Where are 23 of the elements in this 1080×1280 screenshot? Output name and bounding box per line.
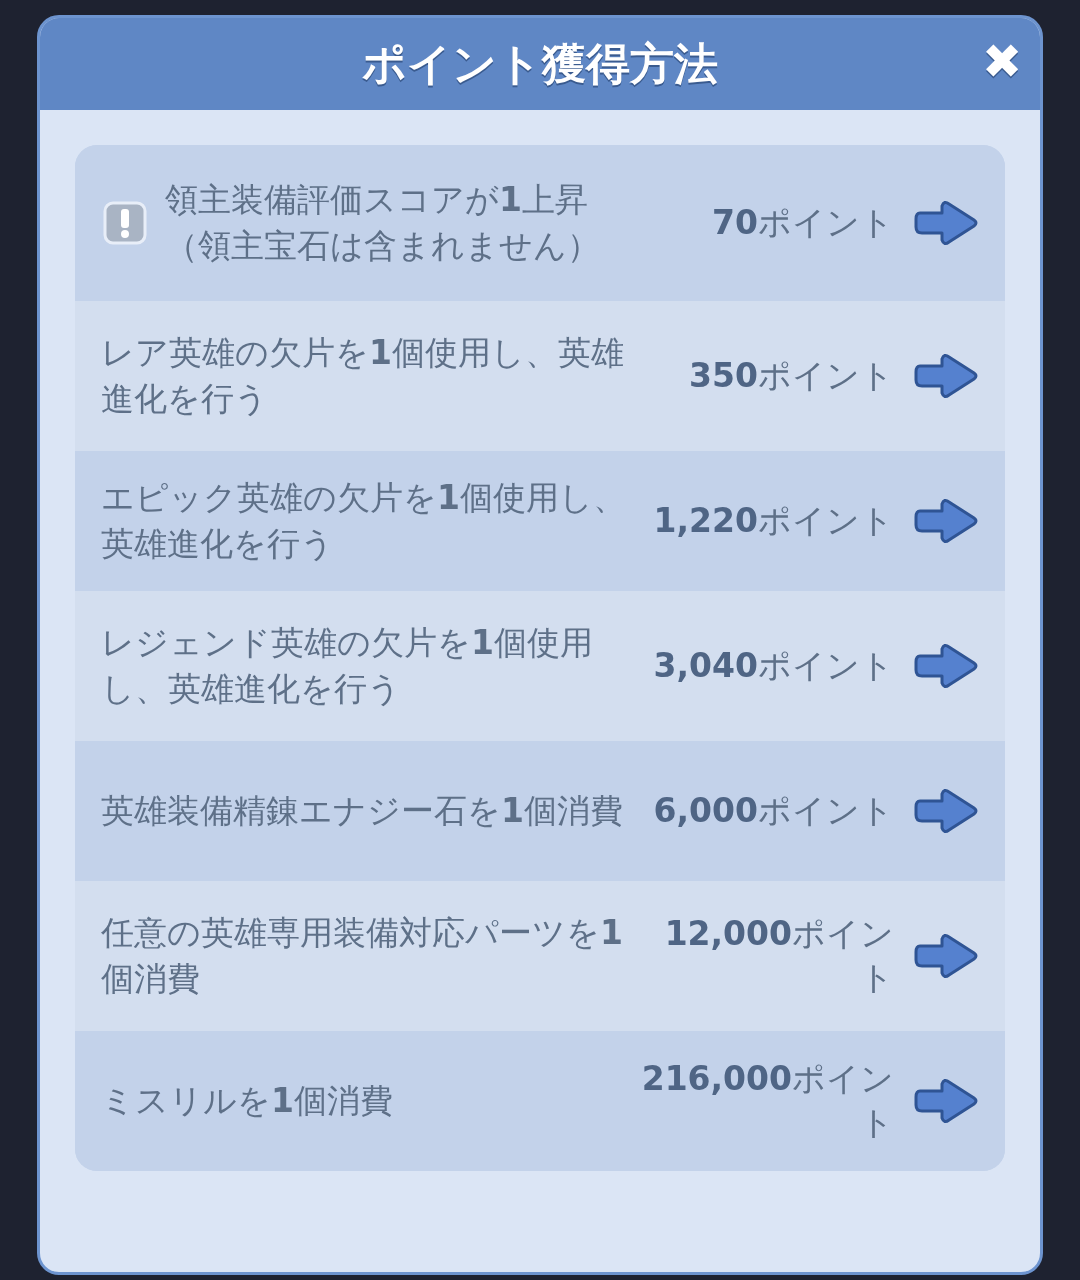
task-description: 領主装備評価スコアが1上昇（領主宝石は含まれません）	[165, 179, 601, 267]
task-description: レア英雄の欠片を1個使用し、英雄進化を行う	[101, 332, 625, 420]
points-value: 6,000ポイント	[652, 790, 894, 832]
close-button[interactable]: ✖	[982, 34, 1022, 90]
points-value: 216,000ポイント	[640, 1058, 894, 1144]
arrow-icon[interactable]	[914, 641, 980, 691]
task-description: 英雄装備精錬エナジー石を1個消費	[101, 790, 623, 832]
points-value: 70ポイント	[711, 202, 894, 244]
arrow-icon[interactable]	[914, 931, 980, 981]
task-description: エピック英雄の欠片を1個使用し、英雄進化を行う	[101, 477, 627, 565]
task-description: ミスリルを1個消費	[101, 1080, 393, 1122]
task-description: レジェンド英雄の欠片を1個使用し、英雄進化を行う	[101, 622, 594, 710]
arrow-icon[interactable]	[914, 496, 980, 546]
arrow-icon[interactable]	[914, 1076, 980, 1126]
arrow-icon[interactable]	[914, 198, 980, 248]
task-description: 任意の英雄専用装備対応パーツを1個消費	[101, 912, 624, 1000]
points-value: 350ポイント	[688, 355, 894, 397]
dialog-title: ポイント獲得方法	[362, 36, 718, 91]
arrow-icon[interactable]	[914, 786, 980, 836]
arrow-icon[interactable]	[914, 351, 980, 401]
points-value: 3,040ポイント	[652, 645, 894, 687]
points-value: 1,220ポイント	[652, 500, 894, 542]
points-value: 12,000ポイント	[663, 913, 894, 999]
